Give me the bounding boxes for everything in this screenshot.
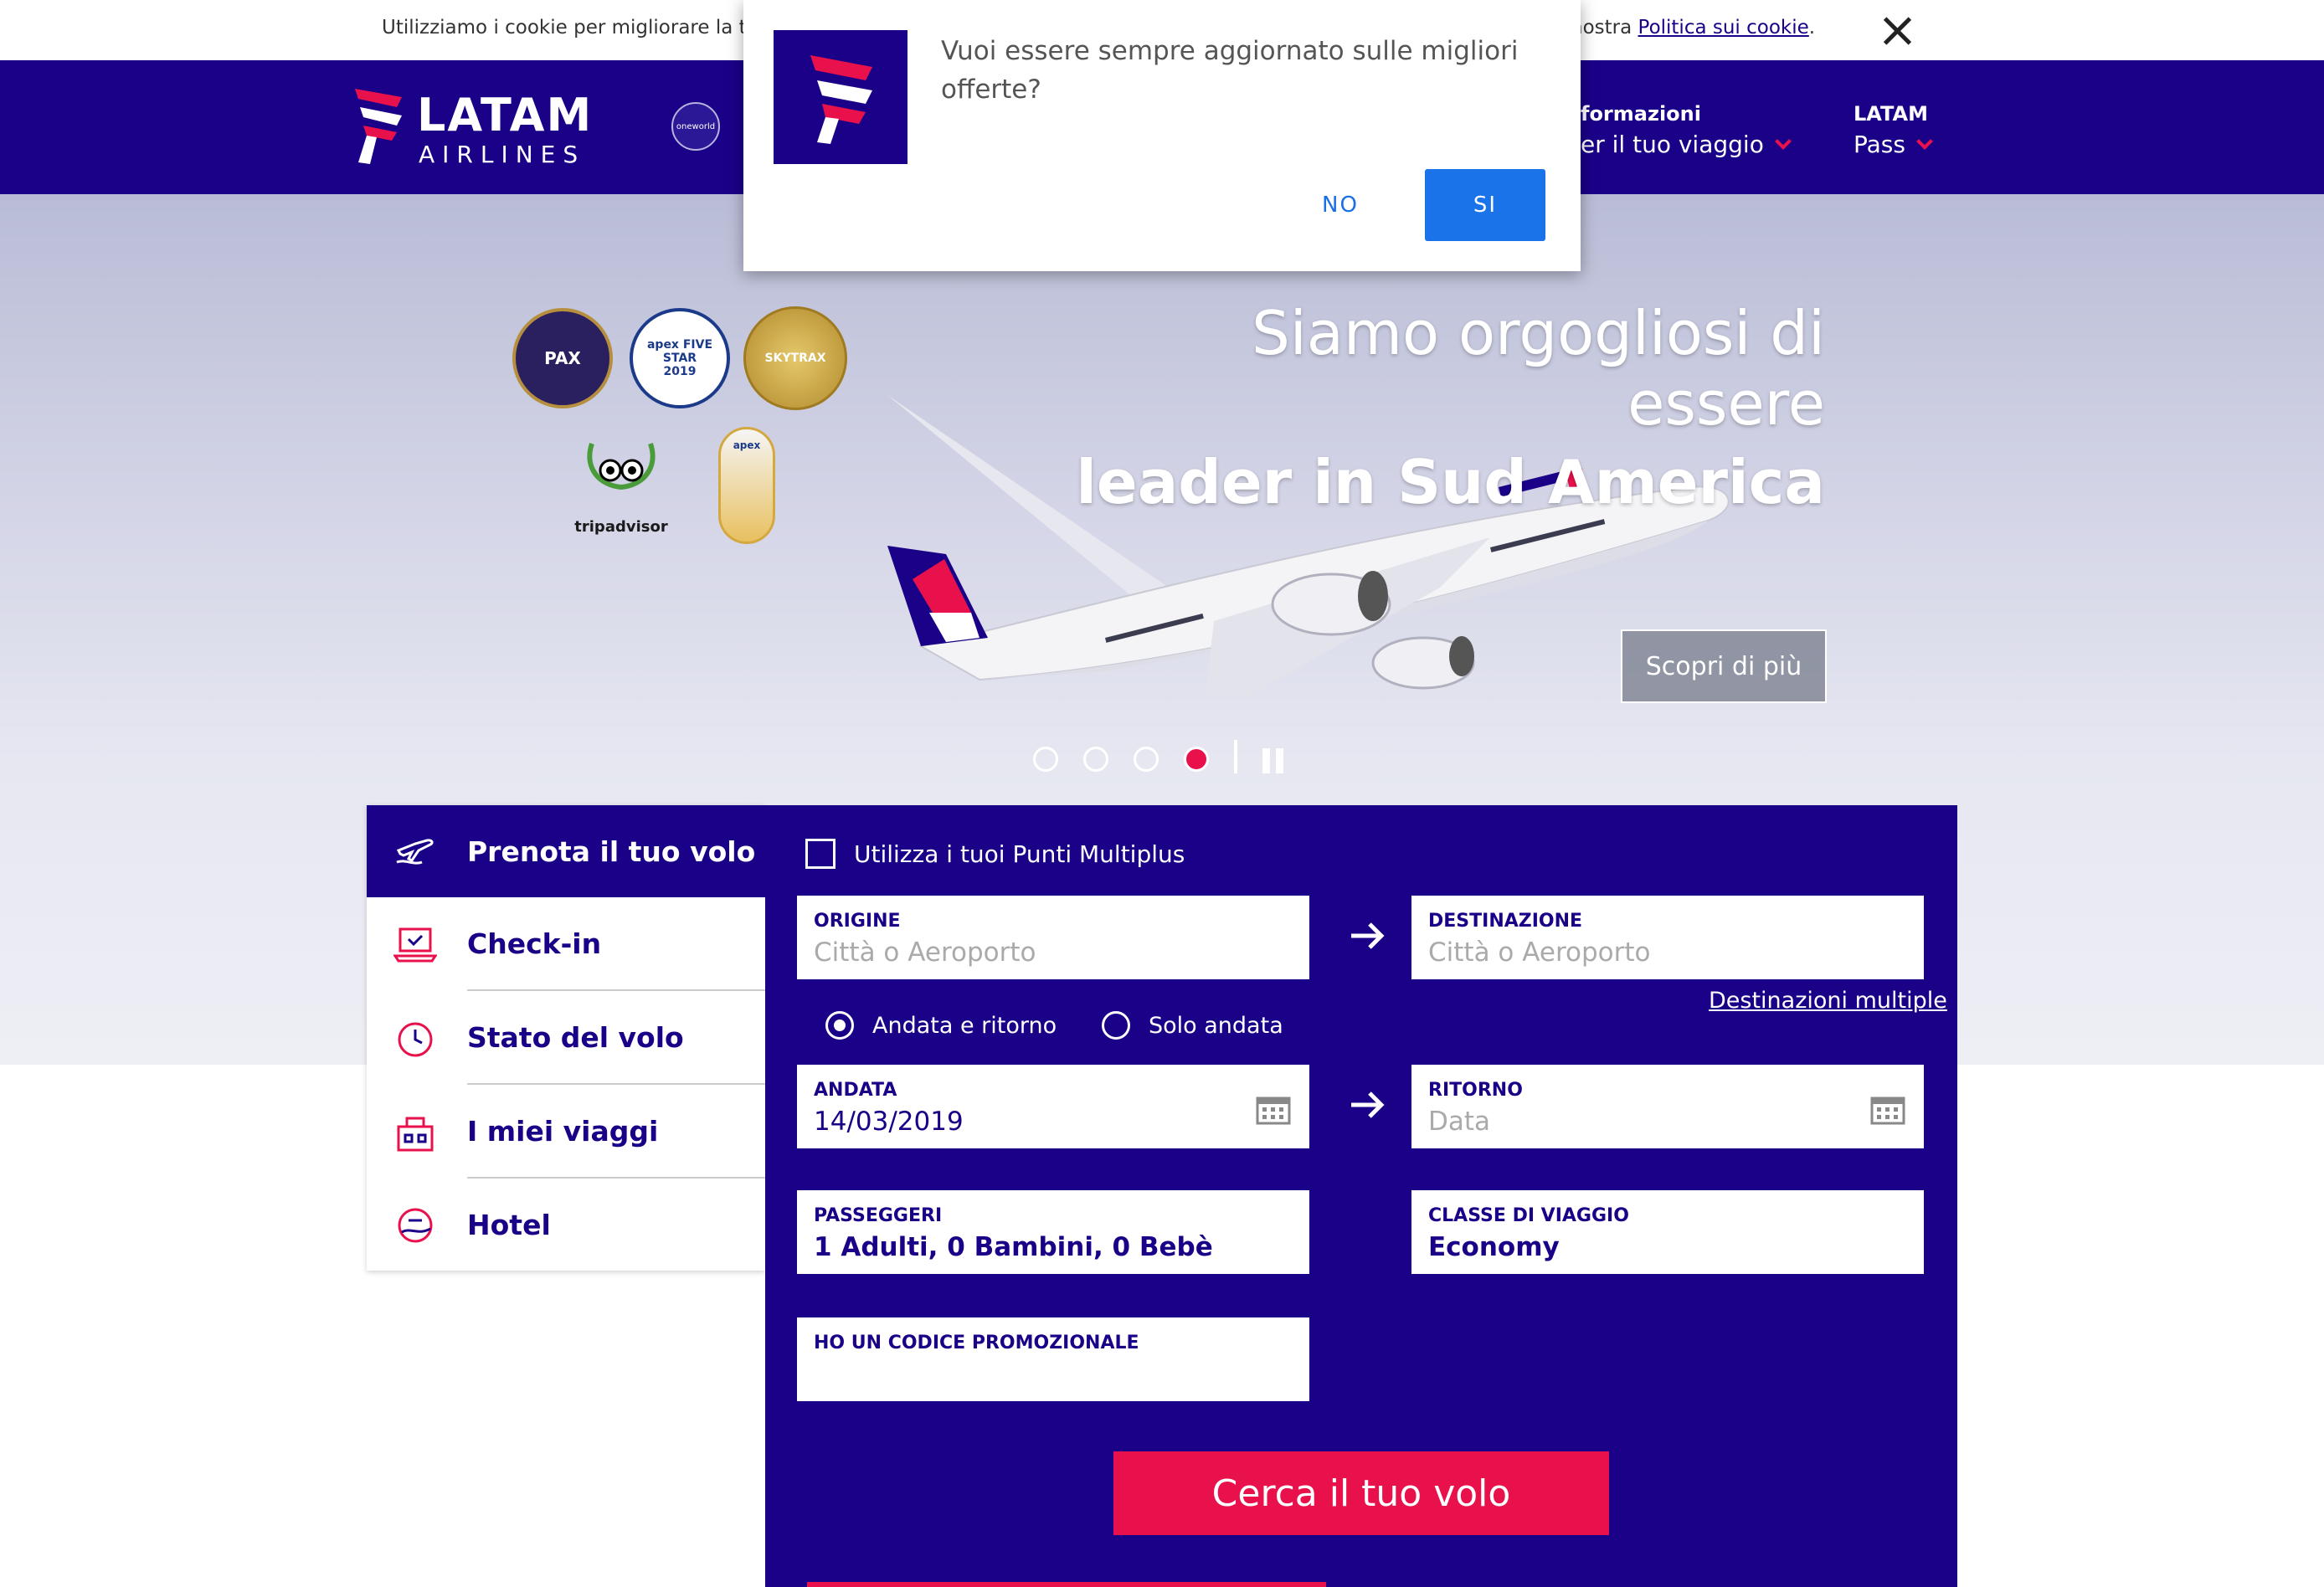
tab-flight-status-label: Stato del volo	[467, 1021, 684, 1054]
discover-more-button[interactable]: Scopri di più	[1621, 629, 1827, 703]
cabin-class-value: Economy	[1428, 1232, 1560, 1262]
logo-wordmark: LATAM	[417, 89, 594, 141]
destination-label: DESTINAZIONE	[1428, 911, 1583, 932]
luggage-icon	[397, 1117, 434, 1152]
carousel-divider	[1234, 740, 1237, 773]
multiple-destinations-link[interactable]: Destinazioni multiple	[1709, 988, 1947, 1014]
accent-strip	[807, 1582, 1326, 1587]
owl-icon	[587, 443, 656, 490]
oneworld-logo: oneworld	[671, 102, 720, 151]
cabin-class-label: CLASSE DI VIAGGIO	[1428, 1205, 1629, 1226]
apex-choice-badge: apex	[718, 427, 775, 544]
nav-informazioni-line2: er il tuo viaggio	[1581, 131, 1764, 158]
passengers-value: 1 Adulti, 0 Bambini, 0 Bebè	[814, 1232, 1213, 1262]
latam-logo-icon	[810, 55, 872, 144]
nav-latam-pass[interactable]: LATAM Pass	[1854, 102, 1933, 158]
cookie-text-right: nostra Politica sui cookie.	[1571, 17, 1816, 39]
logo-subtitle: AIRLINES	[419, 141, 586, 168]
round-trip-label: Andata e ritorno	[872, 1012, 1057, 1039]
departure-value: 14/03/2019	[814, 1107, 964, 1137]
cabin-class-field[interactable]: CLASSE DI VIAGGIO Economy	[1411, 1190, 1924, 1274]
carousel-dot-1[interactable]	[1033, 747, 1058, 772]
passengers-label: PASSEGGERI	[814, 1205, 943, 1226]
hero-title-line1: Siamo orgogliosi di essere	[1252, 298, 1825, 439]
search-flight-button[interactable]: Cerca il tuo volo	[1113, 1451, 1609, 1535]
calendar-icon[interactable]	[1256, 1093, 1291, 1125]
nav-latam-pass-line2: Pass	[1854, 131, 1905, 158]
chevron-down-icon	[1916, 133, 1933, 150]
promo-code-field[interactable]: HO UN CODICE PROMOZIONALE	[797, 1317, 1309, 1401]
departure-label: ANDATA	[814, 1080, 897, 1101]
arrow-right-icon	[1351, 922, 1385, 949]
tab-hotel-label: Hotel	[467, 1209, 551, 1241]
carousel-dot-2[interactable]	[1083, 747, 1108, 772]
one-way-option[interactable]: Solo andata	[1102, 1011, 1283, 1040]
multiplus-option[interactable]: Utilizza i tuoi Punti Multiplus	[805, 837, 1185, 871]
return-label: RITORNO	[1428, 1080, 1523, 1101]
tab-book-flight[interactable]: Prenota il tuo volo	[367, 805, 765, 897]
round-trip-radio[interactable]	[825, 1011, 854, 1040]
tab-my-trips[interactable]: I miei viaggi	[367, 1085, 765, 1179]
tab-checkin-label: Check-in	[467, 927, 602, 960]
cookie-text: Utilizziamo i cookie per migliorare la t…	[382, 17, 789, 39]
cookie-policy-link[interactable]: Politica sui cookie	[1638, 17, 1809, 39]
origin-placeholder: Città o Aeroporto	[814, 937, 1036, 968]
booking-form-panel: Utilizza i tuoi Punti Multiplus ORIGINE …	[765, 805, 1957, 1587]
popup-no-button[interactable]: NO	[1284, 169, 1396, 241]
airplane-hand-icon	[396, 839, 434, 865]
one-way-radio[interactable]	[1102, 1011, 1130, 1040]
tripadvisor-award-badge: tripadvisor	[563, 427, 680, 544]
return-date-field[interactable]: RITORNO Data	[1411, 1065, 1924, 1148]
nav-latam-pass-line1: LATAM	[1854, 102, 1928, 126]
multiplus-checkbox[interactable]	[805, 839, 836, 869]
tripadvisor-label: tripadvisor	[574, 518, 668, 536]
pax-award-badge: PAX	[512, 308, 613, 408]
laptop-check-icon	[393, 927, 437, 963]
tab-checkin[interactable]: Check-in	[367, 897, 765, 991]
chevron-down-icon	[1774, 133, 1792, 150]
carousel-dot-4[interactable]	[1184, 747, 1209, 772]
nav-informazioni-line1: formazioni	[1581, 102, 1701, 126]
popup-yes-button[interactable]: SI	[1425, 169, 1545, 241]
calendar-icon[interactable]	[1870, 1093, 1905, 1125]
multiplus-label: Utilizza i tuoi Punti Multiplus	[854, 840, 1185, 868]
apex-five-star-badge: apex FIVE STAR 2019	[630, 308, 730, 408]
booking-side-menu: Prenota il tuo volo Check-in Stato del v…	[367, 805, 765, 1271]
one-way-label: Solo andata	[1149, 1012, 1283, 1039]
tab-my-trips-label: I miei viaggi	[467, 1115, 659, 1148]
return-placeholder: Data	[1428, 1107, 1491, 1137]
destination-field[interactable]: DESTINAZIONE Città o Aeroporto	[1411, 896, 1924, 979]
destination-placeholder: Città o Aeroporto	[1428, 937, 1651, 968]
hero-title-line2: leader in Sud America	[1076, 447, 1825, 517]
round-trip-option[interactable]: Andata e ritorno	[825, 1011, 1057, 1040]
clock-icon	[398, 1022, 433, 1057]
promo-code-label: HO UN CODICE PROMOZIONALE	[814, 1333, 1139, 1353]
departure-date-field[interactable]: ANDATA 14/03/2019	[797, 1065, 1309, 1148]
arrow-right-icon	[1351, 1091, 1385, 1118]
origin-label: ORIGINE	[814, 911, 901, 932]
latam-logo-icon	[355, 89, 402, 164]
hero-title: Siamo orgogliosi di essere leader in Sud…	[1072, 298, 1825, 517]
tab-book-flight-label: Prenota il tuo volo	[467, 835, 756, 868]
tab-flight-status[interactable]: Stato del volo	[367, 991, 765, 1085]
skytrax-award-badge: SKYTRAX	[743, 306, 847, 410]
hotel-hand-icon	[398, 1208, 433, 1243]
passengers-field[interactable]: PASSEGGERI 1 Adulti, 0 Bambini, 0 Bebè	[797, 1190, 1309, 1274]
origin-field[interactable]: ORIGINE Città o Aeroporto	[797, 896, 1309, 979]
nav-informazioni[interactable]: formazioni er il tuo viaggio	[1581, 102, 1792, 158]
carousel-controls	[1033, 740, 1301, 777]
latam-logo[interactable]: LATAM AIRLINES	[352, 85, 620, 169]
tab-hotel[interactable]: Hotel	[367, 1179, 765, 1272]
popup-message: Vuoi essere sempre aggiornato sulle migl…	[941, 36, 1519, 105]
pause-icon[interactable]	[1261, 748, 1286, 773]
carousel-dot-3[interactable]	[1134, 747, 1159, 772]
close-icon[interactable]	[1879, 12, 1915, 49]
latam-app-icon	[774, 30, 907, 164]
